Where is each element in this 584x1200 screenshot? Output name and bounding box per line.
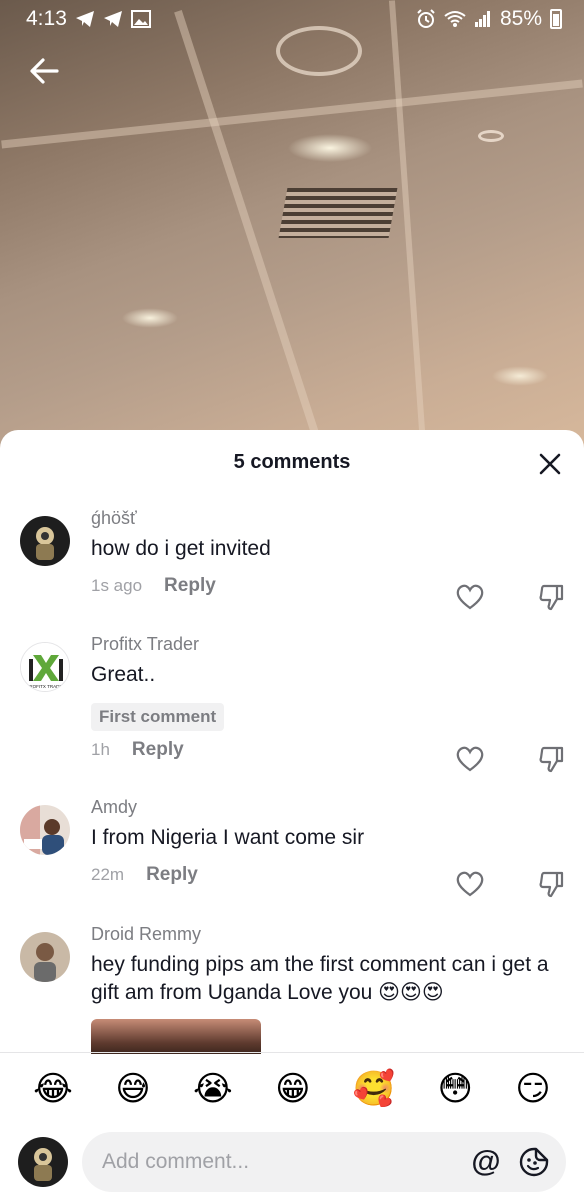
comments-count-title: 5 comments — [233, 450, 351, 473]
back-button[interactable] — [22, 52, 66, 90]
status-bar: 4:13 85% — [0, 0, 584, 38]
close-icon — [539, 453, 561, 475]
comment-input[interactable] — [102, 1150, 456, 1174]
ceiling-vent — [278, 188, 398, 238]
status-time: 4:13 — [26, 7, 67, 30]
comment-time: 22m — [91, 865, 125, 884]
ceiling-light-ring — [478, 130, 504, 142]
avatar-logo-text: PROFITX TRADER — [26, 684, 66, 689]
battery-percent: 85% — [499, 7, 542, 30]
comment-input-container: @ — [82, 1132, 566, 1192]
reply-button[interactable]: Reply — [164, 575, 216, 597]
comment-text: I from Nigeria I want come sir — [91, 826, 365, 849]
heart-outline-icon[interactable] — [455, 582, 485, 612]
emoji-button[interactable]: 😁 — [275, 1072, 310, 1106]
heart-outline-icon[interactable] — [455, 869, 485, 899]
emoji-button[interactable]: 😳 — [438, 1072, 473, 1106]
comment-image[interactable] — [91, 1019, 261, 1054]
emoji-button[interactable]: 🥰 — [353, 1072, 395, 1106]
emoji-button[interactable]: 😏 — [515, 1072, 550, 1106]
reply-button[interactable]: Reply — [132, 739, 184, 761]
my-avatar — [18, 1137, 68, 1187]
reply-button[interactable]: Reply — [146, 864, 198, 886]
gallery-icon — [130, 10, 151, 28]
comment-username[interactable]: Profitx Trader — [91, 634, 564, 655]
avatar[interactable] — [20, 932, 70, 982]
signal-icon — [474, 10, 492, 28]
arrow-left-icon — [30, 58, 59, 84]
comment-username[interactable]: Amdy — [91, 797, 564, 818]
comments-list[interactable]: ǵhöšť how do i get invited 1s ago Reply — [0, 494, 584, 1054]
emoji-button[interactable]: 😭 — [193, 1072, 233, 1106]
heart-outline-icon[interactable] — [455, 744, 485, 774]
thumbs-down-outline-icon[interactable] — [537, 869, 567, 899]
emoji-button[interactable]: 😂 — [33, 1072, 73, 1106]
alarm-icon — [416, 9, 436, 29]
ceiling-beam — [388, 0, 428, 460]
emoji-button[interactable]: 😅 — [115, 1072, 150, 1106]
first-comment-badge: First comment — [91, 703, 225, 731]
emoji-sticker-icon[interactable] — [516, 1144, 552, 1180]
avatar[interactable] — [20, 805, 70, 855]
at-sign-icon[interactable]: @ — [468, 1144, 504, 1180]
avatar[interactable]: PROFITX TRADER — [20, 642, 70, 692]
comment-username[interactable]: Droid Remmy — [91, 924, 564, 945]
comment-time: 1s ago — [91, 576, 143, 595]
comment-text: Great.. — [91, 663, 156, 686]
comment-username[interactable]: ǵhöšť — [91, 508, 564, 529]
comment-time: 1h — [91, 740, 110, 759]
comment-text: how do i get invited — [91, 537, 271, 560]
video-background[interactable] — [0, 0, 584, 460]
emoji-bar: 😂 😅 😭 😁 🥰 😳 😏 — [0, 1052, 584, 1124]
thumbs-down-outline-icon[interactable] — [537, 582, 567, 612]
wifi-icon — [444, 10, 466, 28]
comments-sheet: 5 comments ǵhöšť how do i get invited 1s… — [0, 430, 584, 1200]
close-button[interactable] — [534, 448, 566, 480]
telegram-icon — [75, 10, 95, 28]
comment-text: hey funding pips am the first comment ca… — [91, 953, 549, 1004]
comment-input-bar: @ — [0, 1124, 584, 1200]
avatar[interactable] — [20, 516, 70, 566]
telegram-icon — [103, 10, 123, 28]
battery-icon — [550, 9, 562, 29]
comments-header: 5 comments — [0, 430, 584, 494]
thumbs-down-outline-icon[interactable] — [537, 744, 567, 774]
